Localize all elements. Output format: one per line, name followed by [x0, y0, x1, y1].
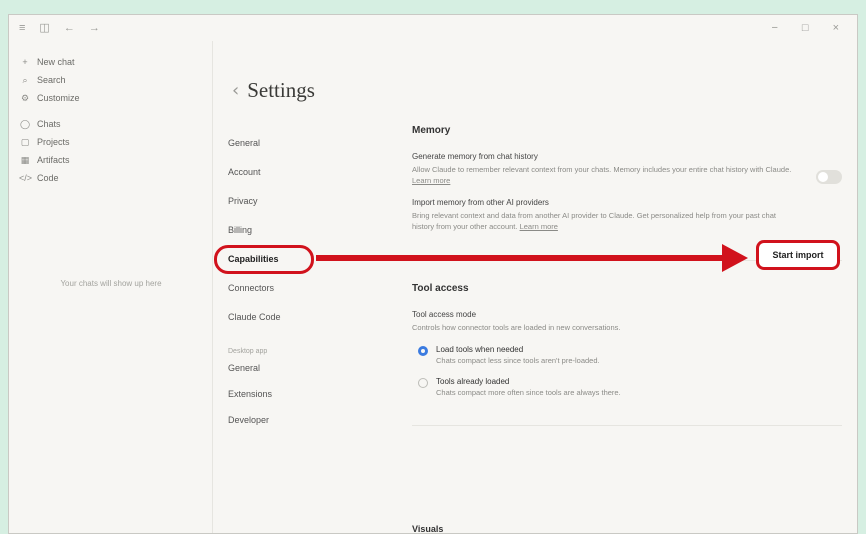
code-icon: </>	[19, 173, 33, 183]
radio-option-label: Tools already loaded	[436, 377, 510, 386]
tool-access-mode-row: Tool access mode Controls how connector …	[412, 310, 842, 333]
sidebar-item-projects[interactable]: ▢ Projects	[19, 133, 202, 151]
maximize-icon[interactable]: □	[802, 22, 809, 34]
import-memory-row: Import memory from other AI providers Br…	[412, 198, 842, 232]
folder-icon: ▢	[20, 136, 30, 147]
generate-memory-title: Generate memory from chat history	[412, 152, 538, 161]
start-import-button[interactable]: Start import	[756, 240, 840, 270]
capabilities-highlight-annotation	[214, 245, 314, 274]
empty-chats-hint: Your chats will show up here	[60, 279, 162, 288]
import-memory-desc-text: Bring relevant context and data from ano…	[412, 211, 776, 231]
memory-section-title: Memory	[412, 125, 451, 136]
settings-nav: General Account Privacy Billing Capabili…	[228, 128, 358, 433]
settings-nav-general[interactable]: General	[228, 128, 358, 157]
sidebar: + New chat ⌕ Search ⚙ Customize ◯ Chats …	[9, 41, 213, 533]
tool-access-mode-title: Tool access mode	[412, 310, 477, 319]
generate-memory-row: Generate memory from chat history Allow …	[412, 152, 842, 186]
chat-icon: ◯	[19, 118, 31, 129]
sidebar-item-label: Code	[37, 173, 59, 183]
menu-icon[interactable]: ≡	[19, 22, 25, 34]
page-title: ‹ Settings	[232, 78, 315, 103]
sidebar-item-chats[interactable]: ◯ Chats	[19, 115, 202, 133]
generate-memory-toggle[interactable]	[816, 170, 842, 184]
annotation-arrow-head-icon	[722, 244, 748, 272]
settings-nav-extensions[interactable]: Extensions	[228, 381, 358, 407]
generate-memory-description: Allow Claude to remember relevant contex…	[412, 164, 792, 186]
visuals-section-title: Visuals	[412, 524, 444, 534]
sidebar-item-label: Projects	[37, 137, 70, 147]
sidebar-item-artifacts[interactable]: ▦ Artifacts	[19, 151, 202, 169]
tool-access-section-title: Tool access	[412, 283, 469, 294]
settings-nav-account[interactable]: Account	[228, 157, 358, 186]
settings-nav-privacy[interactable]: Privacy	[228, 186, 358, 215]
learn-more-link[interactable]: Learn more	[412, 176, 450, 185]
sidebar-item-search[interactable]: ⌕ Search	[19, 71, 202, 89]
radio-unselected-icon[interactable]	[418, 378, 428, 388]
sidebar-item-label: Artifacts	[37, 155, 70, 165]
radio-option-description: Chats compact more often since tools are…	[436, 388, 621, 397]
sidebar-top-group: + New chat ⌕ Search ⚙ Customize	[19, 53, 202, 107]
back-chevron-icon[interactable]: ‹	[232, 80, 239, 101]
sidebar-item-label: New chat	[37, 57, 75, 67]
sidebar-item-label: Search	[37, 75, 66, 85]
radio-option-load-when-needed[interactable]: Load tools when needed Chats compact les…	[418, 345, 842, 365]
settings-nav-desktop-general[interactable]: General	[228, 355, 358, 381]
back-arrow-icon[interactable]: ←	[64, 22, 75, 34]
radio-option-description: Chats compact less since tools aren't pr…	[436, 356, 600, 365]
sidebar-item-label: Chats	[37, 119, 61, 129]
radio-selected-icon[interactable]	[418, 346, 428, 356]
import-memory-description: Bring relevant context and data from ano…	[412, 210, 792, 232]
settings-nav-developer[interactable]: Developer	[228, 407, 358, 433]
search-icon: ⌕	[22, 74, 28, 85]
forward-arrow-icon[interactable]: →	[89, 22, 100, 34]
import-memory-title: Import memory from other AI providers	[412, 198, 549, 207]
sidebar-sections-group: ◯ Chats ▢ Projects ▦ Artifacts </> Code	[19, 115, 202, 187]
settings-nav-connectors[interactable]: Connectors	[228, 273, 358, 302]
sidebar-item-new-chat[interactable]: + New chat	[19, 53, 202, 71]
settings-content: Memory Generate memory from chat history…	[412, 125, 842, 448]
customize-icon: ⚙	[20, 92, 30, 103]
sidebar-item-label: Customize	[37, 93, 80, 103]
radio-option-already-loaded[interactable]: Tools already loaded Chats compact more …	[418, 377, 842, 397]
sidebar-item-code[interactable]: </> Code	[19, 169, 202, 187]
sidebar-toggle-icon[interactable]: ◫	[39, 22, 49, 34]
generate-memory-desc-text: Allow Claude to remember relevant contex…	[412, 165, 792, 174]
artifacts-icon: ▦	[20, 154, 30, 165]
learn-more-link[interactable]: Learn more	[520, 222, 558, 231]
annotation-arrow-line	[316, 255, 726, 261]
settings-nav-claude-code[interactable]: Claude Code	[228, 302, 358, 331]
settings-nav-desktop-heading: Desktop app	[228, 348, 268, 355]
section-divider	[412, 425, 842, 426]
minimize-icon[interactable]: −	[771, 22, 777, 34]
settings-nav-billing[interactable]: Billing	[228, 215, 358, 244]
plus-icon: +	[22, 57, 28, 67]
close-icon[interactable]: ×	[833, 22, 839, 34]
tool-access-mode-description: Controls how connector tools are loaded …	[412, 323, 621, 332]
sidebar-item-customize[interactable]: ⚙ Customize	[19, 89, 202, 107]
page-title-text: Settings	[247, 78, 315, 102]
title-bar: ≡ ◫ ← → − □ ×	[9, 15, 857, 41]
radio-option-label: Load tools when needed	[436, 345, 524, 354]
